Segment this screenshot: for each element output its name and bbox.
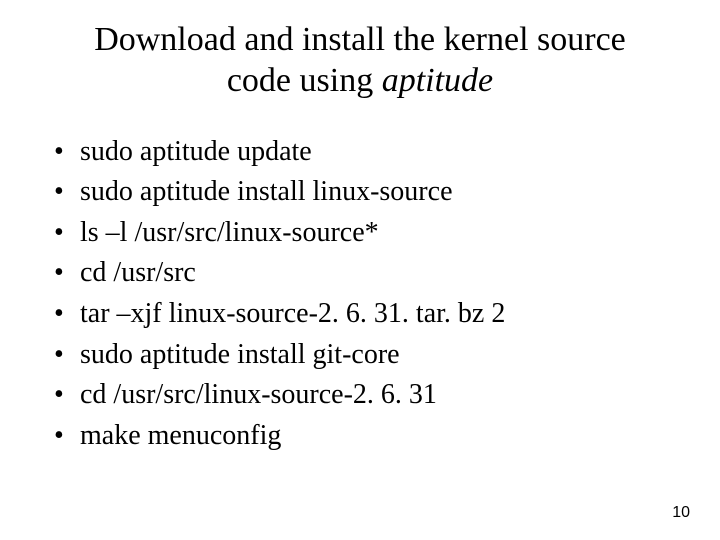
list-item-text: ls –l /usr/src/linux-source* (80, 213, 680, 254)
bullet-icon: • (50, 294, 80, 335)
bullet-icon: • (50, 132, 80, 173)
bullet-icon: • (50, 375, 80, 416)
command-list: • sudo aptitude update • sudo aptitude i… (40, 132, 680, 457)
list-item-text: cd /usr/src/linux-source-2. 6. 31 (80, 375, 680, 416)
list-item-text: sudo aptitude install linux-source (80, 172, 680, 213)
list-item: • sudo aptitude install git-core (50, 335, 680, 376)
title-line2-prefix: code using (227, 62, 382, 99)
page-number: 10 (672, 504, 690, 522)
list-item-text: tar –xjf linux-source-2. 6. 31. tar. bz … (80, 294, 680, 335)
bullet-icon: • (50, 253, 80, 294)
list-item-text: sudo aptitude install git-core (80, 335, 680, 376)
slide-title: Download and install the kernel source c… (40, 20, 680, 102)
list-item: • ls –l /usr/src/linux-source* (50, 213, 680, 254)
bullet-icon: • (50, 416, 80, 457)
list-item: • sudo aptitude install linux-source (50, 172, 680, 213)
list-item: • cd /usr/src/linux-source-2. 6. 31 (50, 375, 680, 416)
title-line1: Download and install the kernel source (94, 21, 626, 58)
list-item: • make menuconfig (50, 416, 680, 457)
list-item-text: sudo aptitude update (80, 132, 680, 173)
list-item: • tar –xjf linux-source-2. 6. 31. tar. b… (50, 294, 680, 335)
list-item-text: cd /usr/src (80, 253, 680, 294)
title-line2-italic: aptitude (382, 62, 493, 99)
list-item: • cd /usr/src (50, 253, 680, 294)
list-item-text: make menuconfig (80, 416, 680, 457)
bullet-icon: • (50, 213, 80, 254)
bullet-icon: • (50, 172, 80, 213)
bullet-icon: • (50, 335, 80, 376)
list-item: • sudo aptitude update (50, 132, 680, 173)
